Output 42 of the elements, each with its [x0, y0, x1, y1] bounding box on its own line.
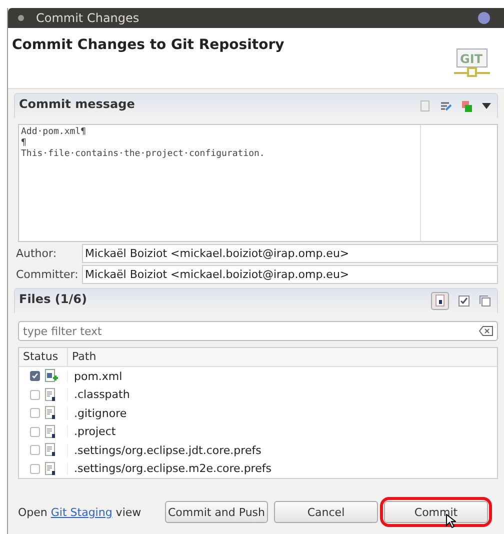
file-path[interactable]: .settings/org.eclipse.jdt.core.prefs [67, 444, 262, 457]
section-title: Files (1/6) [19, 292, 87, 306]
file-path[interactable]: .project [67, 425, 116, 438]
close-icon[interactable] [478, 12, 490, 24]
author-field[interactable]: Mickaël Boiziot <mickael.boiziot@irap.omp.eu> [82, 244, 498, 263]
file-path[interactable]: .gitignore [67, 406, 127, 420]
staging-hint-text: Open Git Staging view [18, 506, 142, 518]
column-header[interactable]: Status [19, 348, 68, 366]
dialog-button[interactable]: Commit and Push [165, 501, 268, 523]
window-title: Commit Changes [36, 11, 140, 25]
checkbox[interactable] [30, 390, 40, 400]
file-icon [44, 388, 58, 402]
filter-field[interactable]: type filter text [18, 321, 498, 341]
checkbox[interactable] [30, 408, 40, 418]
file-path[interactable]: .settings/org.eclipse.m2e.core.prefs [67, 462, 272, 476]
committer-field[interactable]: Mickaël Boiziot <mickael.boiziot@irap.omp.eu> [82, 265, 498, 284]
dialog-heading: Commit Changes to Git Repository [12, 37, 284, 55]
field-label: Author: [16, 247, 58, 260]
checkbox[interactable] [30, 445, 40, 456]
dialog-button[interactable]: Commit [384, 501, 488, 523]
commit-message-field[interactable]: Add·pom.xml¶ ¶ This·file·contains·the·project·configuration. [18, 124, 498, 242]
dialog-button[interactable]: Cancel [274, 501, 378, 523]
column-header[interactable]: Path [68, 348, 96, 366]
file-icon [44, 462, 58, 476]
field-label: Committer: [16, 268, 80, 281]
file-path[interactable]: pom.xml [67, 370, 122, 383]
file-icon [44, 406, 58, 420]
file-path[interactable]: .classpath [67, 388, 130, 402]
section-title: Commit message [19, 97, 135, 111]
checkbox[interactable] [30, 464, 40, 474]
uncheck-all-icon[interactable] [479, 295, 491, 307]
file-icon [44, 424, 58, 439]
file-added-icon [44, 369, 58, 384]
check-all-icon[interactable] [458, 295, 470, 307]
window-menu-icon[interactable] [18, 15, 24, 21]
pencil-icon[interactable] [440, 100, 452, 112]
dropdown-icon[interactable] [482, 103, 491, 109]
file-icon [44, 443, 58, 458]
checkbox[interactable] [30, 371, 40, 382]
git-staging-link[interactable]: Git Staging [50, 506, 112, 518]
file-filter-icon[interactable] [431, 292, 449, 310]
checkbox[interactable] [30, 426, 40, 437]
